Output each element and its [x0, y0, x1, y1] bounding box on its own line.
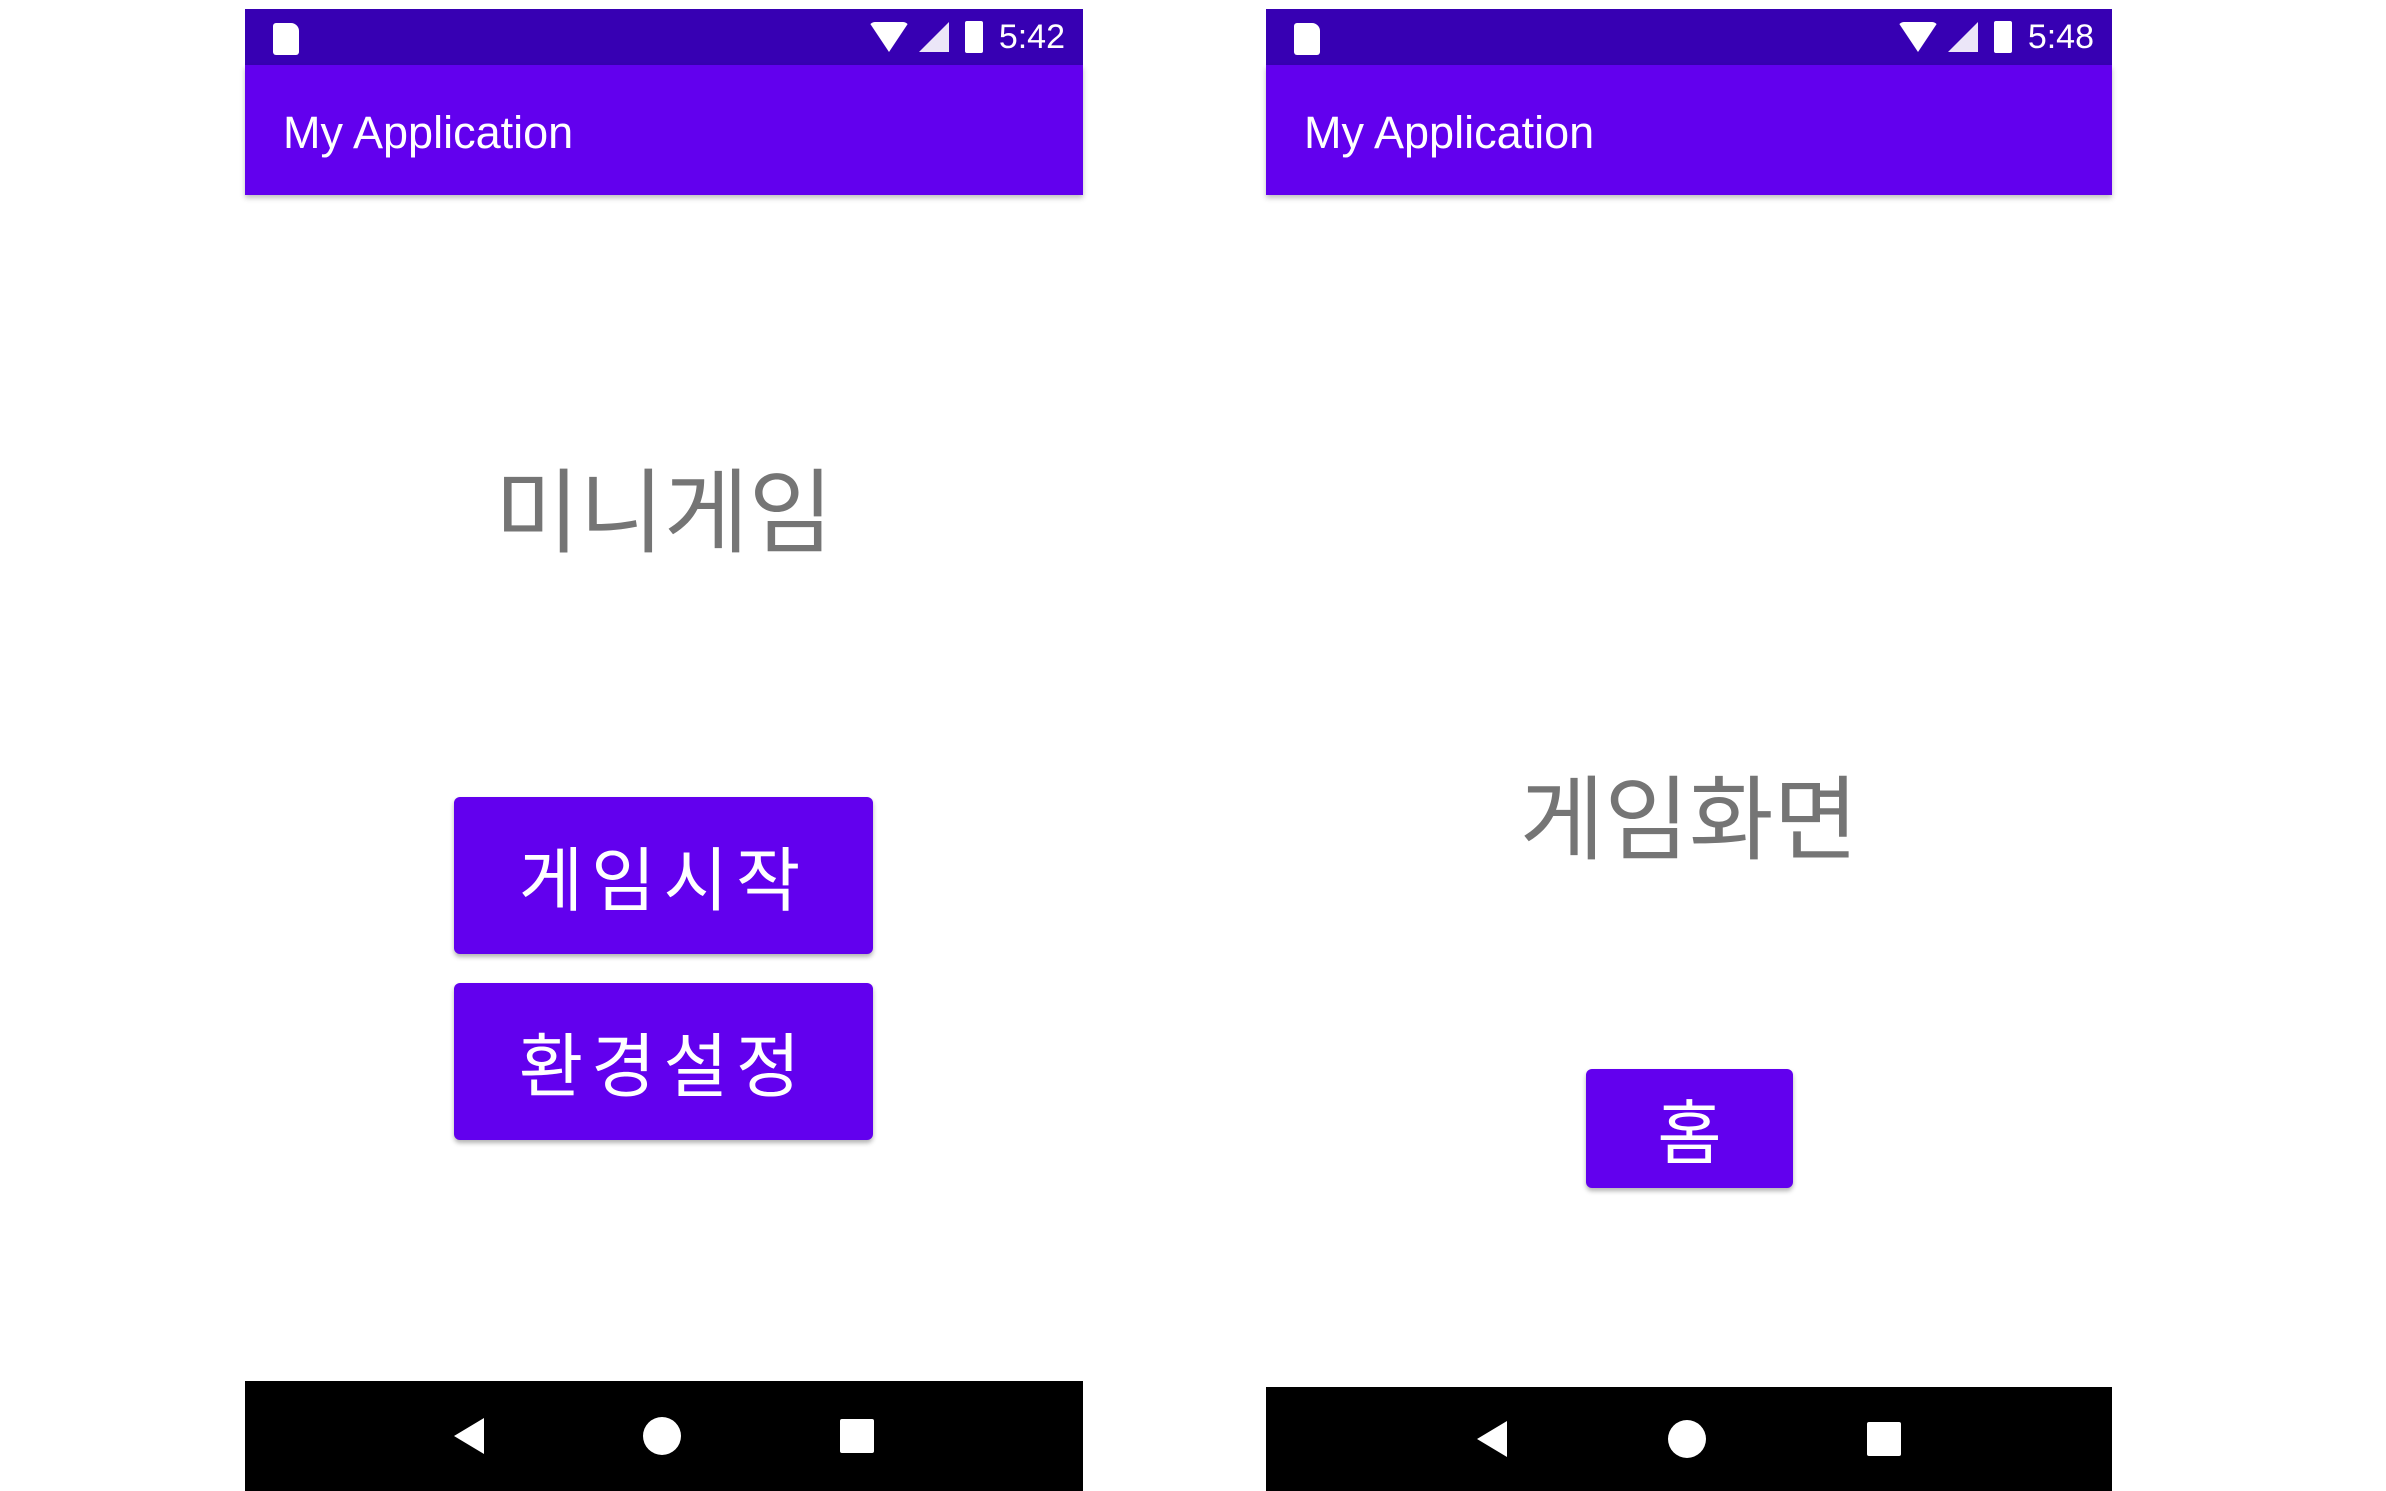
- app-title: My Application: [283, 107, 574, 158]
- status-time: 5:48: [2027, 17, 2094, 56]
- settings-button[interactable]: 환경설정: [454, 983, 873, 1140]
- sd-card-icon: [273, 23, 299, 55]
- app-bar: My Application: [245, 65, 1083, 195]
- status-time: 5:42: [998, 17, 1065, 56]
- signal-icon: [918, 22, 949, 52]
- phone-screen-main-menu: 5:42 My Application 미니게임 게임시작 환경설정: [245, 9, 1083, 1491]
- wifi-icon: [1897, 22, 1938, 52]
- battery-charging-icon: [1993, 21, 2012, 53]
- navigation-bar: [245, 1381, 1083, 1491]
- phone-screen-game: 5:48 My Application 게임화면 홈: [1266, 9, 2112, 1491]
- page-heading: 미니게임: [494, 460, 834, 567]
- recent-apps-icon[interactable]: [839, 1419, 874, 1453]
- status-bar: 5:48: [1266, 9, 2112, 65]
- app-title: My Application: [1304, 107, 1595, 158]
- status-bar: 5:42: [245, 9, 1083, 65]
- wifi-icon: [868, 22, 909, 52]
- back-icon[interactable]: [1476, 1421, 1507, 1457]
- page-heading: 게임화면: [1519, 767, 1859, 874]
- home-button[interactable]: 홈: [1586, 1069, 1793, 1188]
- battery-charging-icon: [964, 21, 983, 53]
- home-icon[interactable]: [642, 1417, 681, 1455]
- app-bar: My Application: [1266, 65, 2112, 195]
- sd-card-icon: [1294, 23, 1320, 55]
- start-game-button[interactable]: 게임시작: [454, 797, 873, 954]
- recent-apps-icon[interactable]: [1867, 1422, 1902, 1456]
- navigation-bar: [1266, 1387, 2112, 1491]
- home-icon[interactable]: [1667, 1420, 1706, 1458]
- back-icon[interactable]: [454, 1418, 485, 1454]
- signal-icon: [1947, 22, 1978, 52]
